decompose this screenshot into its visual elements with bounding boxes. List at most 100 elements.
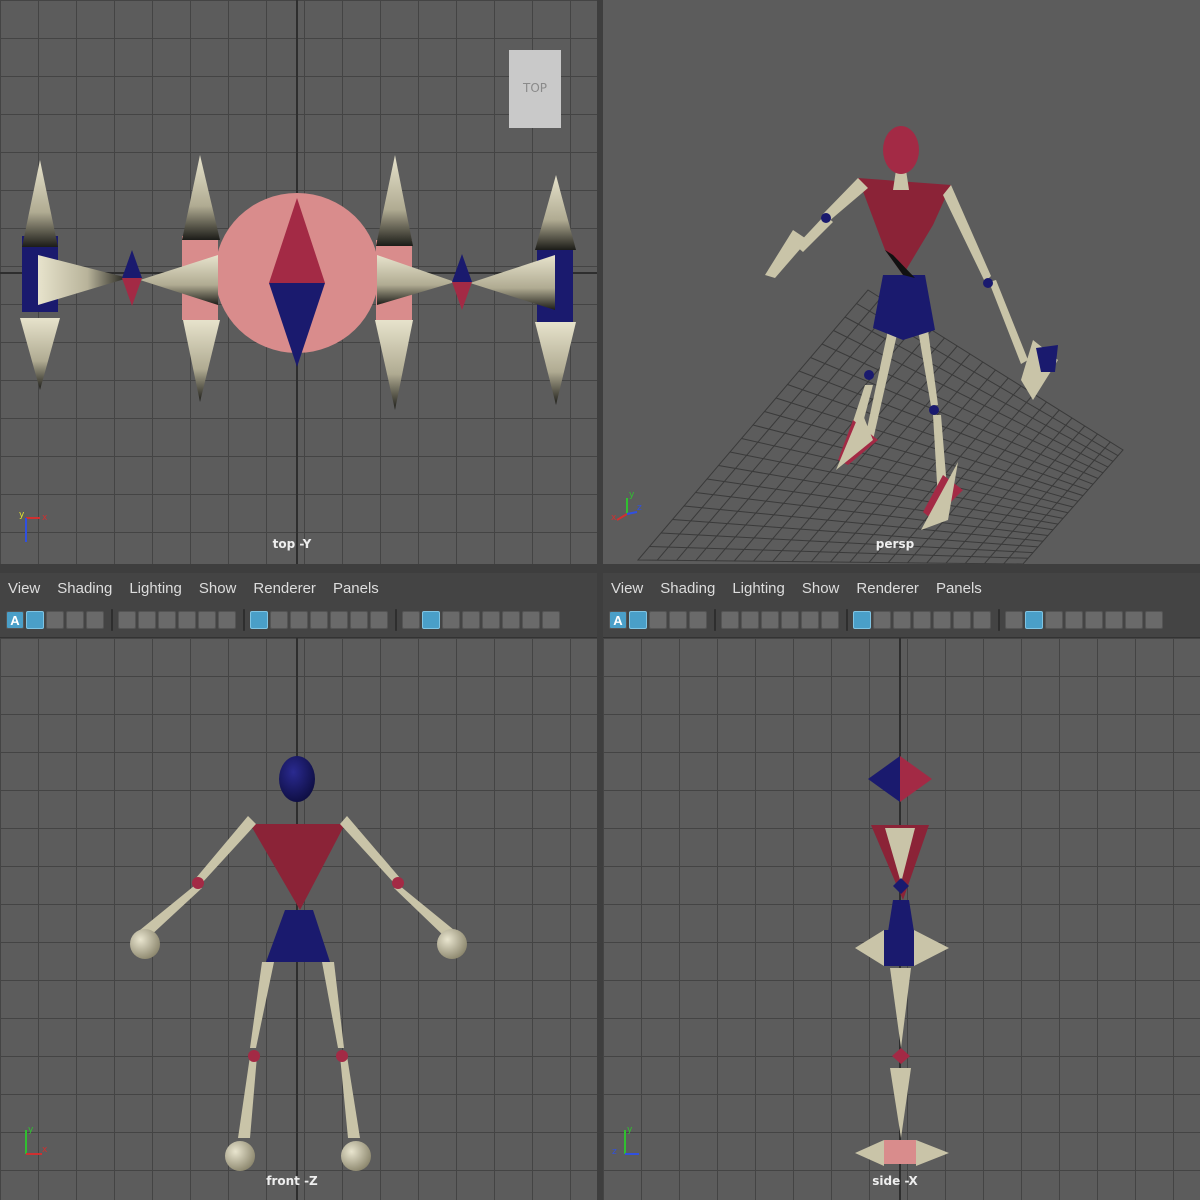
- smooth-shade-icon[interactable]: [422, 611, 440, 629]
- safe-action-icon[interactable]: [350, 611, 368, 629]
- grid-icon[interactable]: [250, 611, 268, 629]
- svg-text:y: y: [19, 510, 25, 520]
- top-viewport[interactable]: TOP x y top -Y: [0, 0, 597, 564]
- gate-mask-icon[interactable]: [913, 611, 931, 629]
- viewport-camera-label: persp: [875, 537, 915, 551]
- menu-lighting[interactable]: Lighting: [732, 580, 785, 597]
- select-camera-icon[interactable]: A: [6, 611, 24, 629]
- xray-icon[interactable]: [1085, 611, 1103, 629]
- menu-view[interactable]: View: [611, 580, 643, 597]
- bookmark-pin-icon[interactable]: [178, 611, 196, 629]
- axis-gizmo-icon: x y: [19, 510, 48, 542]
- svg-text:z: z: [612, 1147, 617, 1157]
- side-panel-menubar: View Shading Lighting Show Renderer Pane…: [603, 573, 1200, 603]
- menu-lighting[interactable]: Lighting: [129, 580, 182, 597]
- persp-view-scene: [636, 126, 1124, 564]
- persp-viewport[interactable]: y z x persp: [603, 0, 1200, 564]
- toolbar-divider: [714, 609, 716, 631]
- use-lights-icon[interactable]: [502, 611, 520, 629]
- shadows-icon[interactable]: [1125, 611, 1143, 629]
- svg-text:x: x: [42, 513, 48, 523]
- axis-gizmo-icon: y z: [612, 1125, 639, 1157]
- svg-text:x: x: [611, 513, 617, 523]
- two-d-pan-icon[interactable]: [86, 611, 104, 629]
- menu-renderer[interactable]: Renderer: [253, 580, 316, 597]
- menu-panels[interactable]: Panels: [936, 580, 982, 597]
- two-d-pan-icon[interactable]: [689, 611, 707, 629]
- svg-text:y: y: [627, 1125, 633, 1135]
- safe-title-icon[interactable]: [370, 611, 388, 629]
- viewport-camera-label: side -X: [872, 1174, 918, 1188]
- toolbar-divider: [243, 609, 245, 631]
- camera-attributes-icon[interactable]: [629, 611, 647, 629]
- image-plane-icon[interactable]: [66, 611, 84, 629]
- svg-text:y: y: [629, 490, 635, 500]
- lock-camera-icon[interactable]: [138, 611, 156, 629]
- toolbar-divider: [998, 609, 1000, 631]
- camera-attributes-icon[interactable]: [26, 611, 44, 629]
- annotate-icon[interactable]: [801, 611, 819, 629]
- front-view-scene: [130, 638, 467, 1200]
- image-plane-icon[interactable]: [669, 611, 687, 629]
- resolution-gate-icon[interactable]: [290, 611, 308, 629]
- camera-icon[interactable]: [118, 611, 136, 629]
- textured-icon[interactable]: [462, 611, 480, 629]
- grid-icon[interactable]: [853, 611, 871, 629]
- side-view-scene: [855, 638, 949, 1200]
- view-cube-label: TOP: [522, 81, 547, 95]
- default-material-icon[interactable]: [442, 611, 460, 629]
- use-lights-icon[interactable]: [1105, 611, 1123, 629]
- axis-gizmo-icon: y z x: [611, 490, 642, 523]
- isolate-select-icon[interactable]: [542, 611, 560, 629]
- lock-camera-icon[interactable]: [741, 611, 759, 629]
- wireframe-icon[interactable]: [402, 611, 420, 629]
- pencil-icon[interactable]: [218, 611, 236, 629]
- view-cube[interactable]: TOP: [509, 50, 561, 128]
- side-viewport[interactable]: y z side -X: [603, 638, 1200, 1200]
- svg-text:z: z: [637, 503, 642, 513]
- textured-icon[interactable]: [1065, 611, 1083, 629]
- svg-text:y: y: [28, 1125, 34, 1135]
- bookmark-icon[interactable]: [649, 611, 667, 629]
- viewport-camera-label: front -Z: [266, 1174, 318, 1188]
- field-chart-icon[interactable]: [330, 611, 348, 629]
- camera-icon[interactable]: [721, 611, 739, 629]
- field-chart-icon[interactable]: [933, 611, 951, 629]
- safe-title-icon[interactable]: [973, 611, 991, 629]
- sync-camera-icon[interactable]: [761, 611, 779, 629]
- smooth-shade-icon[interactable]: [1025, 611, 1043, 629]
- wireframe-icon[interactable]: [1005, 611, 1023, 629]
- menu-show[interactable]: Show: [199, 580, 237, 597]
- toolbar-divider: [111, 609, 113, 631]
- film-gate-icon[interactable]: [270, 611, 288, 629]
- front-viewport[interactable]: y x front -Z: [0, 638, 597, 1200]
- bookmark-pin-icon[interactable]: [781, 611, 799, 629]
- menu-panels[interactable]: Panels: [333, 580, 379, 597]
- isolate-select-icon[interactable]: [1145, 611, 1163, 629]
- sync-camera-icon[interactable]: [158, 611, 176, 629]
- xray-icon[interactable]: [482, 611, 500, 629]
- menu-renderer[interactable]: Renderer: [856, 580, 919, 597]
- bookmark-icon[interactable]: [46, 611, 64, 629]
- front-panel-menubar: View Shading Lighting Show Renderer Pane…: [0, 573, 597, 603]
- menu-shading[interactable]: Shading: [660, 580, 715, 597]
- viewport-camera-label: top -Y: [272, 537, 312, 551]
- gate-mask-icon[interactable]: [310, 611, 328, 629]
- svg-text:x: x: [42, 1145, 48, 1155]
- axis-gizmo-icon: y x: [25, 1125, 48, 1155]
- menu-view[interactable]: View: [8, 580, 40, 597]
- select-camera-icon[interactable]: A: [609, 611, 627, 629]
- front-panel-toolbar: A: [0, 603, 597, 638]
- resolution-gate-icon[interactable]: [893, 611, 911, 629]
- side-panel-toolbar: A: [603, 603, 1200, 638]
- default-material-icon[interactable]: [1045, 611, 1063, 629]
- shadows-icon[interactable]: [522, 611, 540, 629]
- menu-shading[interactable]: Shading: [57, 580, 112, 597]
- safe-action-icon[interactable]: [953, 611, 971, 629]
- menu-show[interactable]: Show: [802, 580, 840, 597]
- toolbar-divider: [395, 609, 397, 631]
- film-gate-icon[interactable]: [873, 611, 891, 629]
- annotate-icon[interactable]: [198, 611, 216, 629]
- pencil-icon[interactable]: [821, 611, 839, 629]
- toolbar-divider: [846, 609, 848, 631]
